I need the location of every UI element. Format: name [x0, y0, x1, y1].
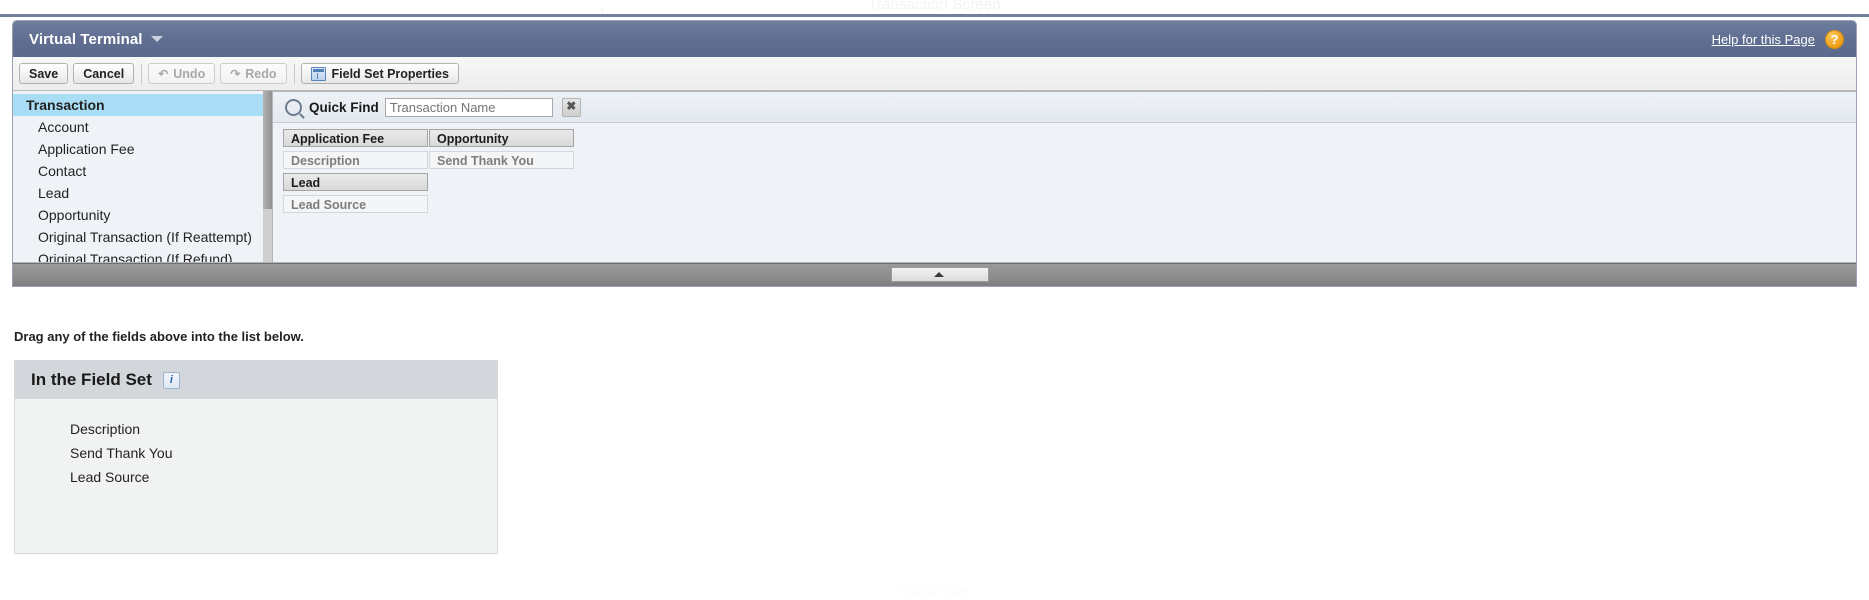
quick-find-input[interactable]: [384, 97, 553, 117]
toolbar-divider: [141, 63, 143, 84]
object-list-item-lead[interactable]: Lead: [13, 182, 272, 204]
undo-label: Undo: [173, 66, 206, 81]
titlebar-actions: Help for this Page ?: [1712, 29, 1844, 49]
in-the-field-set-header: In the Field Set i: [15, 361, 497, 399]
object-list-item-contact[interactable]: Contact: [13, 160, 272, 182]
field-set-properties-label: Field Set Properties: [331, 66, 449, 81]
object-list-item-original-transaction-refund[interactable]: Original Transaction (If Refund): [13, 248, 272, 262]
field-chip-send-thank-you[interactable]: Send Thank You: [429, 151, 574, 169]
palette-panes: Transaction Account Application Fee Cont…: [13, 91, 1856, 263]
field-group-lead: Lead: [283, 173, 428, 191]
editor-toolbar: Save Cancel ↶ Undo ↷ Redo Field Set Prop…: [13, 57, 1856, 91]
cancel-button[interactable]: Cancel: [73, 63, 135, 84]
field-set-properties-button[interactable]: Field Set Properties: [300, 63, 459, 84]
palette-footer-bar: [13, 263, 1856, 286]
in-the-field-set-title: In the Field Set: [31, 370, 152, 389]
quick-find-bar: Quick Find ✖: [273, 92, 1856, 123]
in-the-field-set-list[interactable]: Description Send Thank You Lead Source: [15, 399, 497, 553]
toolbar-divider-2: [293, 63, 295, 84]
field-palette-column-2: Opportunity Send Thank You: [429, 129, 574, 217]
info-icon[interactable]: i: [162, 371, 180, 389]
object-list-scrollbar[interactable]: [263, 91, 272, 262]
object-list-item-opportunity[interactable]: Opportunity: [13, 204, 272, 226]
field-palette-grid: Application Fee Description Lead Lead So…: [273, 123, 1856, 217]
properties-grid-icon: [310, 66, 326, 81]
chevron-down-icon[interactable]: [150, 36, 163, 42]
object-list-item-application-fee[interactable]: Application Fee: [13, 138, 272, 160]
field-group-application-fee: Application Fee: [283, 129, 428, 147]
in-the-field-set-box: In the Field Set i Description Send Than…: [14, 360, 498, 554]
redo-button[interactable]: ↷ Redo: [220, 63, 287, 84]
search-icon: [285, 98, 302, 116]
drag-instruction-text: Drag any of the fields above into the li…: [14, 329, 304, 344]
field-set-item-description[interactable]: Description: [15, 417, 497, 441]
help-question-icon[interactable]: ?: [1825, 29, 1844, 49]
object-list-item-original-transaction-reattempt[interactable]: Original Transaction (If Reattempt): [13, 226, 272, 248]
field-set-item-lead-source[interactable]: Lead Source: [15, 465, 497, 489]
field-set-item-send-thank-you[interactable]: Send Thank You: [15, 441, 497, 465]
field-set-editor-panel: Virtual Terminal Help for this Page ? Sa…: [12, 20, 1857, 287]
clipped-page-heading: Transaction Screen: [867, 0, 1002, 13]
undo-icon: ↶: [158, 66, 169, 81]
save-button[interactable]: Save: [19, 63, 69, 84]
object-list-scroll-thumb[interactable]: [263, 91, 272, 209]
field-palette-column-1: Application Fee Description Lead Lead So…: [283, 129, 428, 217]
object-list-item-account[interactable]: Account: [13, 116, 272, 138]
object-list: Transaction Account Application Fee Cont…: [13, 91, 272, 262]
field-group-opportunity: Opportunity: [429, 129, 574, 147]
field-chip-lead-source[interactable]: Lead Source: [283, 195, 428, 213]
object-list-item-transaction[interactable]: Transaction: [13, 94, 272, 116]
redo-label: Redo: [245, 66, 277, 81]
field-palette-pane: Quick Find ✖ Application Fee Description…: [273, 91, 1856, 263]
help-for-this-page-link[interactable]: Help for this Page: [1712, 32, 1815, 47]
field-chip-description[interactable]: Description: [283, 151, 428, 169]
object-list-pane: Transaction Account Application Fee Cont…: [13, 91, 273, 263]
undo-button[interactable]: ↶ Undo: [148, 63, 216, 84]
page-header-rule: [0, 14, 1869, 17]
quick-find-label: Quick Find: [309, 99, 379, 115]
clear-search-icon[interactable]: ✖: [561, 97, 581, 117]
clipped-quick-start-text: Quick Start: [899, 583, 970, 599]
redo-icon: ↷: [230, 66, 241, 81]
panel-titlebar: Virtual Terminal Help for this Page ?: [13, 21, 1856, 57]
collapse-palette-handle[interactable]: [891, 267, 989, 282]
page-title: Virtual Terminal: [29, 30, 143, 48]
